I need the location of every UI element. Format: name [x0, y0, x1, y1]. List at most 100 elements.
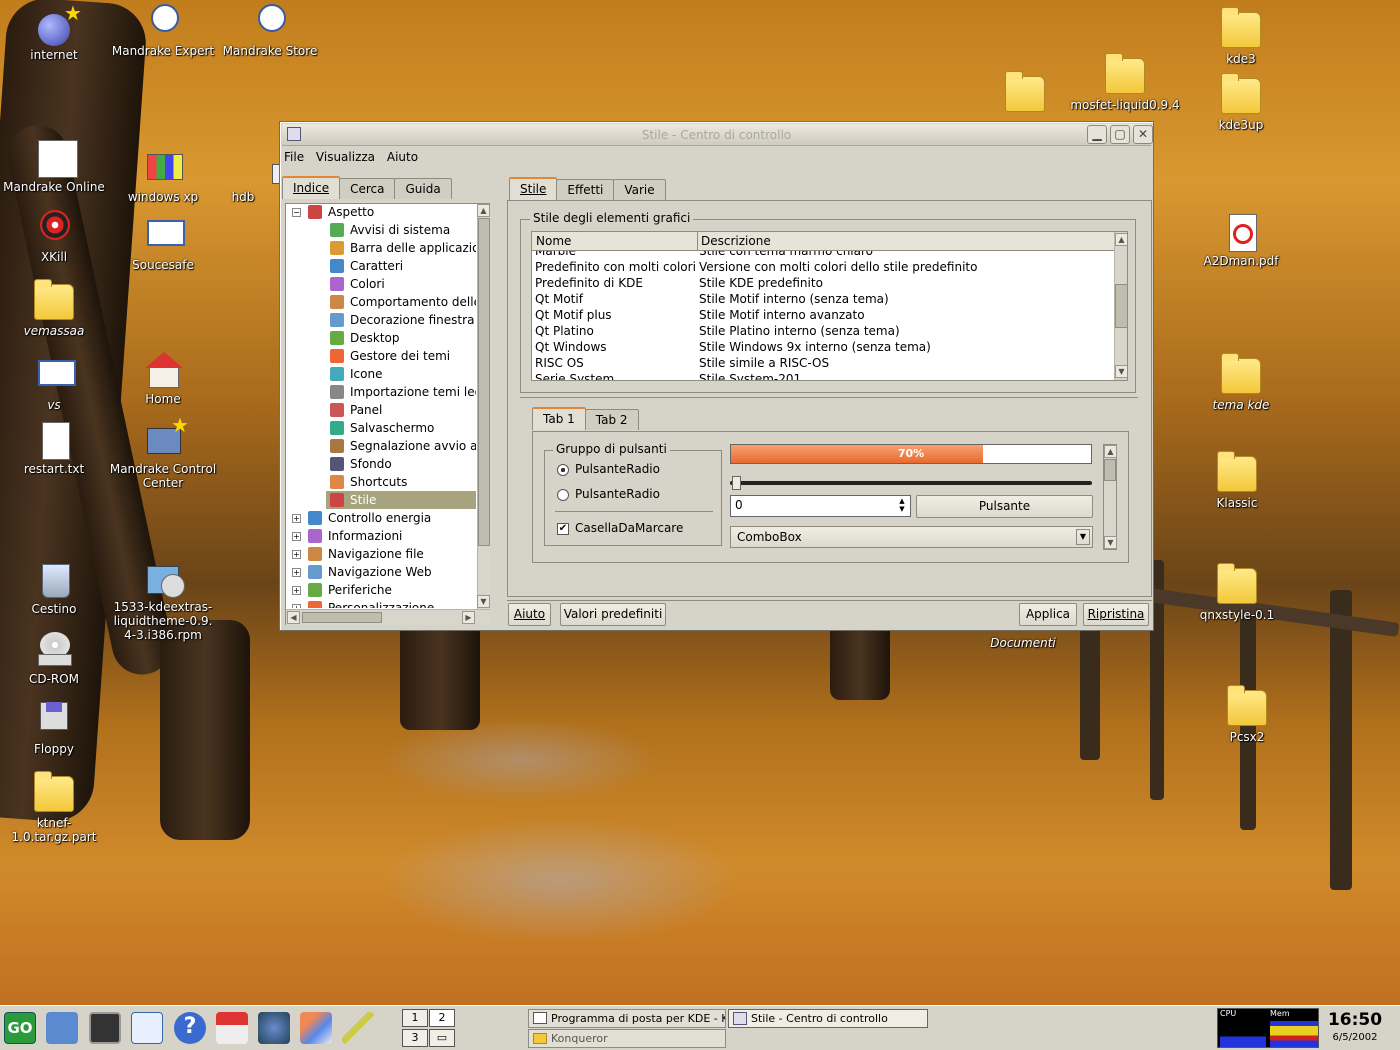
list-item[interactable]: Qt Windows Stile Windows 9x interno (senz…: [532, 339, 1114, 355]
tree-item[interactable]: Panel: [286, 401, 476, 419]
tree-item[interactable]: Importazione temi legac: [286, 383, 476, 401]
window-list-icon[interactable]: [46, 1012, 78, 1044]
tree-group[interactable]: + Personalizzazione: [286, 599, 476, 608]
tree-item[interactable]: Gestore dei temi: [286, 347, 476, 365]
spin-box[interactable]: 0 ▲ ▼: [730, 495, 911, 517]
slider-handle[interactable]: [732, 476, 741, 490]
scroll-up-icon[interactable]: ▲: [1104, 445, 1117, 458]
expander-icon[interactable]: +: [292, 532, 301, 541]
tree-group[interactable]: + Controllo energia: [286, 509, 476, 527]
list-item[interactable]: Predefinito di KDE Stile KDE predefinito: [532, 275, 1114, 291]
desktop-icon-xkill[interactable]: XKill: [0, 210, 109, 264]
tree-vertical-scrollbar[interactable]: ▲ ▼: [477, 204, 490, 609]
tree-group[interactable]: + Navigazione Web: [286, 563, 476, 581]
desktop-icon-mandrake-online[interactable]: Mandrake Online: [0, 140, 109, 194]
scroll-up-icon[interactable]: ▲: [477, 204, 490, 217]
desktop-icon-mosfet[interactable]: mosfet-liquid0.9.4: [1070, 53, 1180, 112]
scroll-down-icon[interactable]: ▼: [1104, 536, 1117, 549]
list-item[interactable]: Marble Stile con tema marmo chiaro: [532, 251, 1114, 259]
tab-guida[interactable]: Guida: [394, 178, 452, 199]
tab-indice[interactable]: Indice: [282, 176, 341, 199]
tab-1[interactable]: Tab 1: [532, 407, 586, 430]
expander-icon[interactable]: +: [292, 568, 301, 577]
desktop-icon-mandrake-expert[interactable]: Mandrake Expert: [108, 4, 218, 58]
desktop-icon-mandrake-store[interactable]: Mandrake Store: [215, 4, 325, 58]
tree-item[interactable]: Caratteri: [286, 257, 476, 275]
list-item[interactable]: Qt Motif Stile Motif interno (senza tema): [532, 291, 1114, 307]
system-monitor[interactable]: CPU Mem: [1217, 1008, 1319, 1048]
desktop-icon-vs[interactable]: vs: [0, 358, 109, 412]
list-item[interactable]: Predefinito con molti colori Versione con…: [532, 259, 1114, 275]
column-name[interactable]: Nome: [536, 232, 698, 251]
tree-group[interactable]: + Periferiche: [286, 581, 476, 599]
task-stile[interactable]: Stile - Centro di controllo: [728, 1009, 928, 1028]
desktop-icon-kde3up[interactable]: kde3up: [1186, 73, 1296, 132]
tab-effetti[interactable]: Effetti: [556, 179, 615, 200]
slider[interactable]: [730, 476, 1092, 490]
defaults-button[interactable]: Valori predefiniti: [560, 603, 666, 626]
desktop-icon-ktnef[interactable]: ktnef-1.0.tar.gz.part: [0, 771, 109, 844]
desktop-icon-mcc[interactable]: ★ Mandrake Control Center: [108, 415, 218, 490]
checklist-icon[interactable]: [131, 1012, 163, 1044]
tree-item[interactable]: Avvisi di sistema: [286, 221, 476, 239]
list-item[interactable]: RISC OS Stile simile a RISC-OS: [532, 355, 1114, 371]
tree-group[interactable]: − Aspetto: [286, 203, 476, 221]
desktop-icon-internet[interactable]: ★ internet: [0, 3, 109, 62]
tree-item[interactable]: Desktop: [286, 329, 476, 347]
close-button[interactable]: ✕: [1133, 125, 1153, 144]
scroll-thumb[interactable]: [1115, 284, 1127, 328]
tree-item[interactable]: Sfondo: [286, 455, 476, 473]
pager-desktop-1[interactable]: 1: [402, 1009, 428, 1027]
list-vertical-scrollbar[interactable]: ▲ ▼: [1114, 232, 1127, 380]
konqueror-icon[interactable]: [258, 1012, 290, 1044]
tree-item[interactable]: Barra delle applicazion: [286, 239, 476, 257]
terminal-icon[interactable]: [89, 1012, 121, 1044]
office-icon[interactable]: [300, 1012, 332, 1044]
tree-item[interactable]: Shortcuts: [286, 473, 476, 491]
scroll-down-icon[interactable]: ▼: [477, 595, 490, 608]
scroll-thumb[interactable]: [1104, 459, 1116, 481]
expander-icon[interactable]: +: [292, 604, 301, 608]
desktop-icon-qnxstyle[interactable]: qnxstyle-0.1: [1182, 563, 1292, 622]
tree-group[interactable]: + Informazioni: [286, 527, 476, 545]
radio-button-2[interactable]: PulsanteRadio: [557, 487, 660, 503]
desktop-icon-vemassaa[interactable]: vemassaa: [0, 279, 109, 338]
scroll-down-icon[interactable]: ▼: [1115, 365, 1127, 378]
desktop-icon-home[interactable]: Home: [108, 352, 218, 406]
clock[interactable]: 16:50 6/5/2002: [1324, 1008, 1386, 1048]
scroll-left-icon[interactable]: ◀: [287, 611, 300, 624]
tab-2[interactable]: Tab 2: [584, 409, 639, 430]
checkbox[interactable]: ✔ CasellaDaMarcare: [557, 521, 683, 537]
list-item[interactable]: Qt Platino Stile Platino interno (senza t…: [532, 323, 1114, 339]
task-kmail[interactable]: Programma di posta per KDE - KMail: [528, 1009, 726, 1028]
tab-varie[interactable]: Varie: [613, 179, 666, 200]
expander-icon[interactable]: +: [292, 514, 301, 523]
tree-item[interactable]: Salvaschermo: [286, 419, 476, 437]
expander-icon[interactable]: +: [292, 586, 301, 595]
help-button[interactable]: Aiuto: [508, 603, 551, 626]
desktop-icon-kde3[interactable]: kde3: [1186, 7, 1296, 66]
desktop-icon-a2dman[interactable]: A2Dman.pdf: [1186, 214, 1296, 268]
minimize-button[interactable]: ▁: [1087, 125, 1107, 144]
scroll-up-icon[interactable]: ▲: [1115, 233, 1127, 246]
title-bar[interactable]: Stile - Centro di controllo ▁ ▢ ✕: [282, 124, 1153, 146]
tree-item[interactable]: Stile: [286, 491, 476, 509]
column-description[interactable]: Descrizione: [701, 232, 771, 250]
desktop-icon-rpm[interactable]: 1533-kdeextras-liquidtheme-0.9.4-3.i386.…: [108, 560, 218, 642]
scroll-thumb[interactable]: [302, 612, 382, 623]
tree-item[interactable]: Comportamento delle fi: [286, 293, 476, 311]
desktop-icon-documenti[interactable]: Documenti: [968, 636, 1078, 650]
maximize-button[interactable]: ▢: [1110, 125, 1130, 144]
apply-button[interactable]: Applica: [1019, 603, 1077, 626]
show-desktop-icon[interactable]: ▭: [429, 1029, 455, 1047]
tree-horizontal-scrollbar[interactable]: ◀ ▶: [286, 609, 490, 625]
home-icon[interactable]: [216, 1012, 248, 1044]
menu-file[interactable]: File: [284, 150, 304, 164]
tree-item[interactable]: Segnalazione avvio ap: [286, 437, 476, 455]
combo-box[interactable]: ComboBox ▼: [730, 526, 1093, 548]
tree-item[interactable]: Icone: [286, 365, 476, 383]
desktop-icon-soucesafe[interactable]: Soucesafe: [108, 218, 218, 272]
desktop-icon-floppy[interactable]: Floppy: [0, 702, 109, 756]
desktop-icon-windows-xp[interactable]: windows xp: [108, 150, 218, 204]
tab-stile[interactable]: Stile: [509, 177, 558, 200]
